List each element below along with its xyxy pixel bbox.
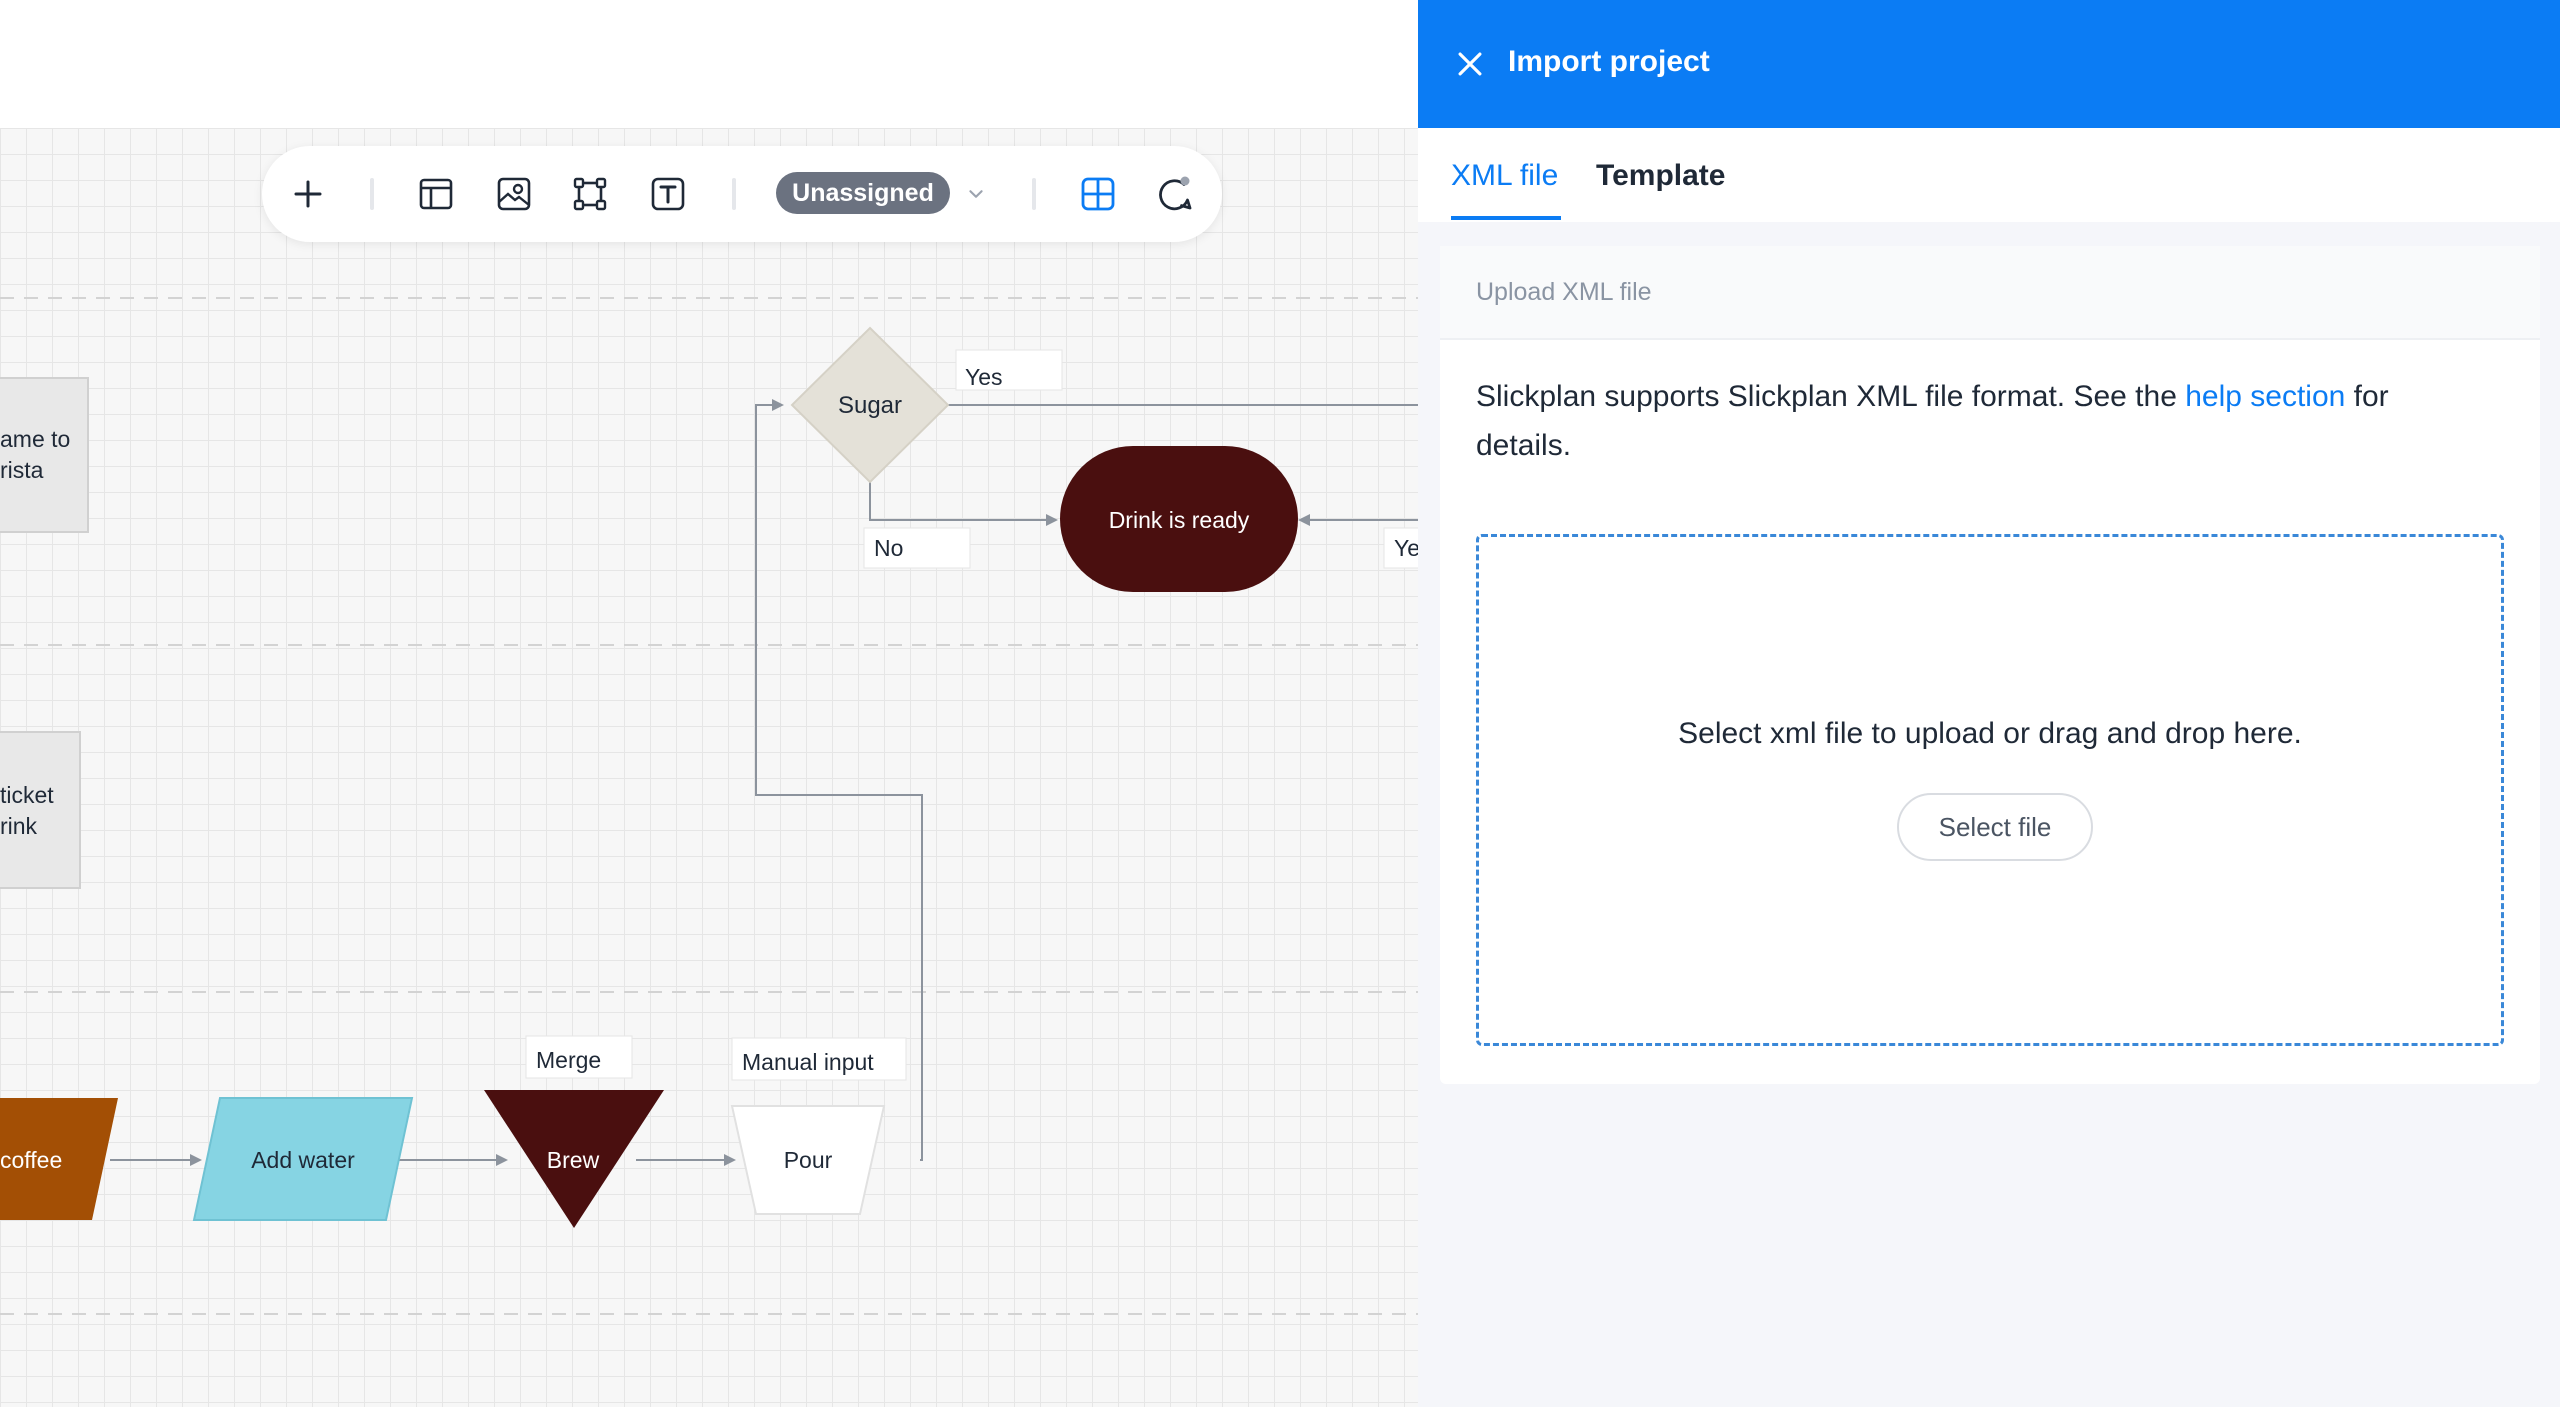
image-button[interactable]	[486, 166, 542, 222]
flowchart: ame to rista ticket rink Sugar Yes No Ye…	[0, 297, 1418, 1315]
import-tabs: XML file Template	[1418, 128, 2560, 222]
upload-description: Slickplan supports Slickplan XML file fo…	[1476, 372, 2476, 470]
node-merge-label: Merge	[536, 1047, 601, 1073]
node-barista[interactable]	[0, 377, 89, 533]
edge-label-yes: Yes	[965, 364, 1003, 390]
panel-header: Import project	[1418, 0, 2560, 128]
description-text: Slickplan supports Slickplan XML file fo…	[1476, 380, 2186, 413]
node-ticket[interactable]	[0, 731, 81, 889]
node-drink-ready-label: Drink is ready	[1109, 507, 1250, 533]
tab-xml-file[interactable]: XML file	[1451, 156, 1558, 196]
toolbar-separator	[1032, 178, 1036, 210]
chevron-down-icon	[969, 190, 983, 198]
node-ticket-label-2: rink	[0, 813, 38, 839]
tab-template[interactable]: Template	[1596, 156, 1725, 196]
grid-icon	[1081, 177, 1115, 211]
image-icon	[497, 177, 531, 211]
layout-button[interactable]	[408, 166, 464, 222]
plus-icon	[294, 180, 322, 208]
frame-button[interactable]	[562, 166, 618, 222]
node-sugar-label: Sugar	[838, 392, 902, 419]
toolbar-separator	[370, 178, 374, 210]
comment-button[interactable]	[1146, 166, 1202, 222]
top-bar	[0, 0, 1418, 128]
edge-label-no: No	[874, 535, 903, 561]
select-file-button[interactable]: Select file	[1897, 793, 2093, 861]
assignee-badge[interactable]: Unassigned	[776, 172, 950, 214]
edge-label-yes-partial: Ye	[1394, 535, 1418, 561]
file-dropzone[interactable]: Select xml file to upload or drag and dr…	[1476, 534, 2504, 1046]
canvas-toolbar: Unassigned	[262, 146, 1222, 242]
node-brew-label: Brew	[547, 1147, 600, 1173]
assignee-dropdown-button[interactable]	[956, 174, 996, 214]
diagram-canvas[interactable]: ame to rista ticket rink Sugar Yes No Ye…	[0, 128, 1418, 1407]
layout-icon	[419, 178, 453, 210]
node-ticket-label-1: ticket	[0, 782, 54, 808]
text-button[interactable]	[640, 166, 696, 222]
upload-card-header: Upload XML file	[1440, 246, 2540, 340]
help-section-link[interactable]: help section	[2185, 380, 2345, 413]
panel-title: Import project	[1508, 45, 1710, 78]
connector-sugar-no[interactable]	[869, 462, 1058, 526]
node-pour-label: Pour	[784, 1147, 833, 1173]
node-coffee-label: coffee	[0, 1147, 62, 1173]
toolbar-separator	[732, 178, 736, 210]
node-barista-label-1: ame to	[0, 426, 70, 452]
text-icon	[651, 177, 685, 211]
add-button[interactable]	[280, 166, 336, 222]
upload-card: Upload XML file Slickplan supports Slick…	[1440, 246, 2540, 1084]
node-add-water-label: Add water	[251, 1147, 355, 1173]
upload-section-label: Upload XML file	[1476, 278, 1652, 306]
active-tab-indicator	[1451, 216, 1561, 220]
close-icon	[1458, 52, 1482, 76]
frame-icon	[573, 177, 607, 211]
grid-button[interactable]	[1070, 166, 1126, 222]
import-project-panel: Import project XML file Template Upload …	[1418, 0, 2560, 1407]
node-manual-input-label: Manual input	[742, 1049, 874, 1075]
comment-icon	[1159, 176, 1192, 211]
dropzone-text: Select xml file to upload or drag and dr…	[1678, 717, 2302, 750]
close-button[interactable]	[1444, 38, 1496, 90]
node-barista-label-2: rista	[0, 457, 44, 483]
